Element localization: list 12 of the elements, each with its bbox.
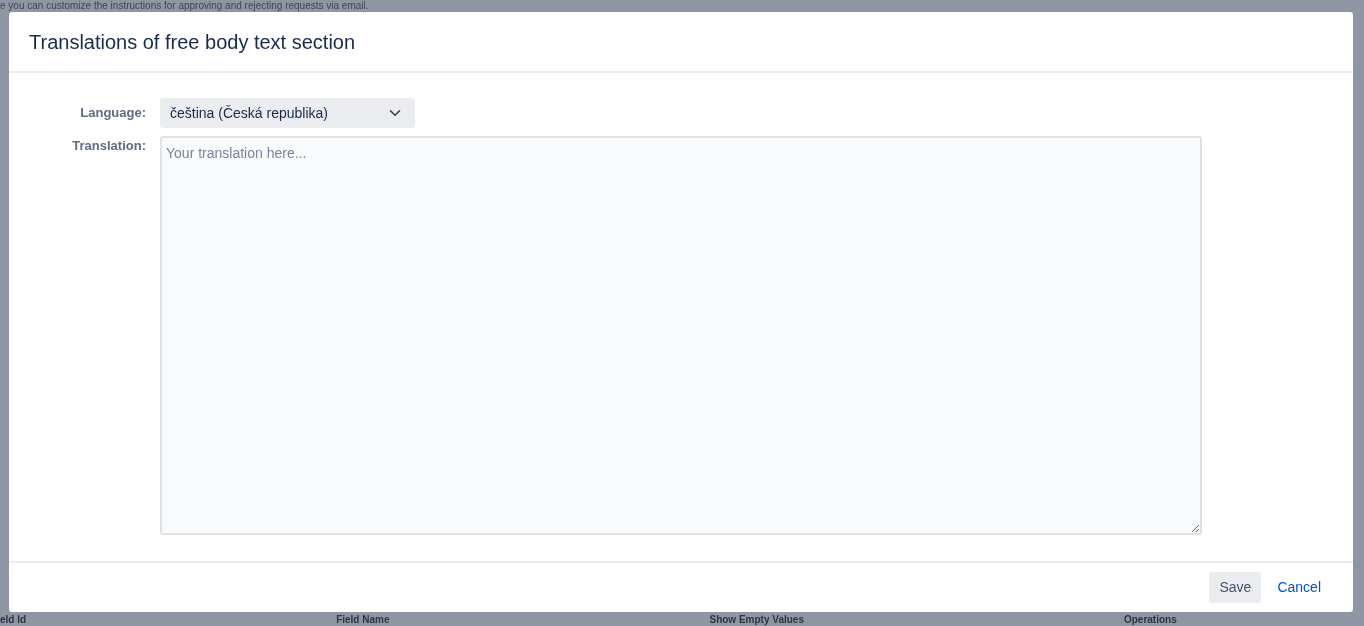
column-header: Show Empty Values: [709, 614, 804, 625]
intro-text: e you can customize the instructions for approving and rejecting requests via email.: [0, 0, 369, 11]
field-label: Language:: [79, 104, 147, 123]
field-label: Translation:: [71, 137, 147, 155]
dialog-title: Translations of free body text section: [29, 30, 357, 54]
column-header: Operations: [1123, 614, 1177, 625]
save-button[interactable]: Save: [1209, 572, 1262, 603]
column-header: eld Id: [0, 614, 27, 625]
cancel-link[interactable]: Cancel: [1267, 572, 1331, 603]
language-select[interactable]: čeština (Česká republika): [160, 98, 415, 128]
column-header: Field Name: [336, 614, 390, 625]
translation-field[interactable]: Your translation here...: [160, 136, 1202, 535]
